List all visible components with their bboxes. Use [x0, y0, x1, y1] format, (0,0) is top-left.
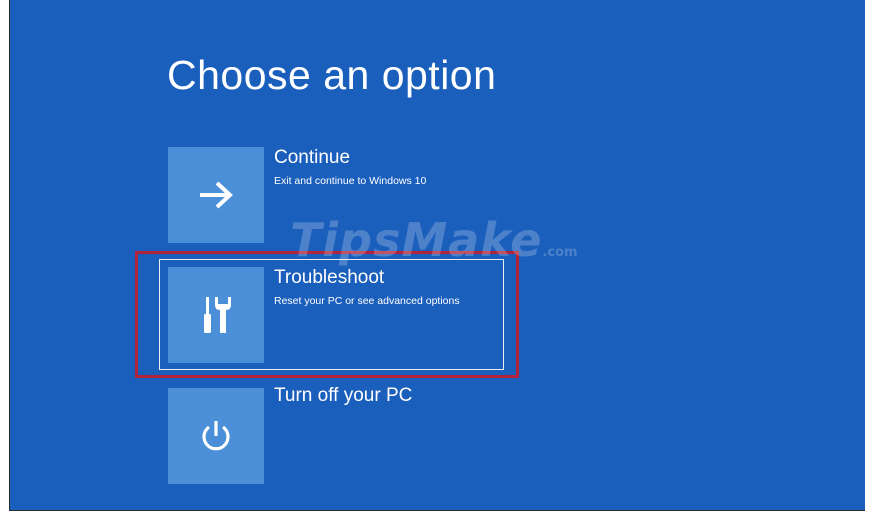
option-troubleshoot-description: Reset your PC or see advanced options	[274, 295, 460, 307]
troubleshoot-tile[interactable]	[168, 267, 264, 363]
power-icon	[202, 421, 230, 451]
option-turn-off-title: Turn off your PC	[274, 385, 413, 406]
page-title: Choose an option	[167, 52, 497, 98]
option-continue-description: Exit and continue to Windows 10	[274, 175, 427, 187]
watermark-suffix: .com	[542, 245, 578, 260]
option-troubleshoot-title: Troubleshoot	[274, 267, 385, 288]
continue-tile[interactable]	[168, 147, 264, 243]
arrow-right-icon	[200, 181, 233, 209]
option-continue-title: Continue	[274, 147, 351, 168]
turn-off-tile[interactable]	[168, 388, 264, 484]
recovery-screen: Choose an option Continue Exit and conti…	[9, 0, 865, 511]
screwdriver-wrench-icon	[204, 297, 231, 333]
option-continue[interactable]: Continue Exit and continue to Windows 10	[168, 147, 528, 243]
option-turn-off[interactable]: Turn off your PC	[168, 385, 528, 484]
option-troubleshoot[interactable]: Troubleshoot Reset your PC or see advanc…	[168, 267, 528, 363]
